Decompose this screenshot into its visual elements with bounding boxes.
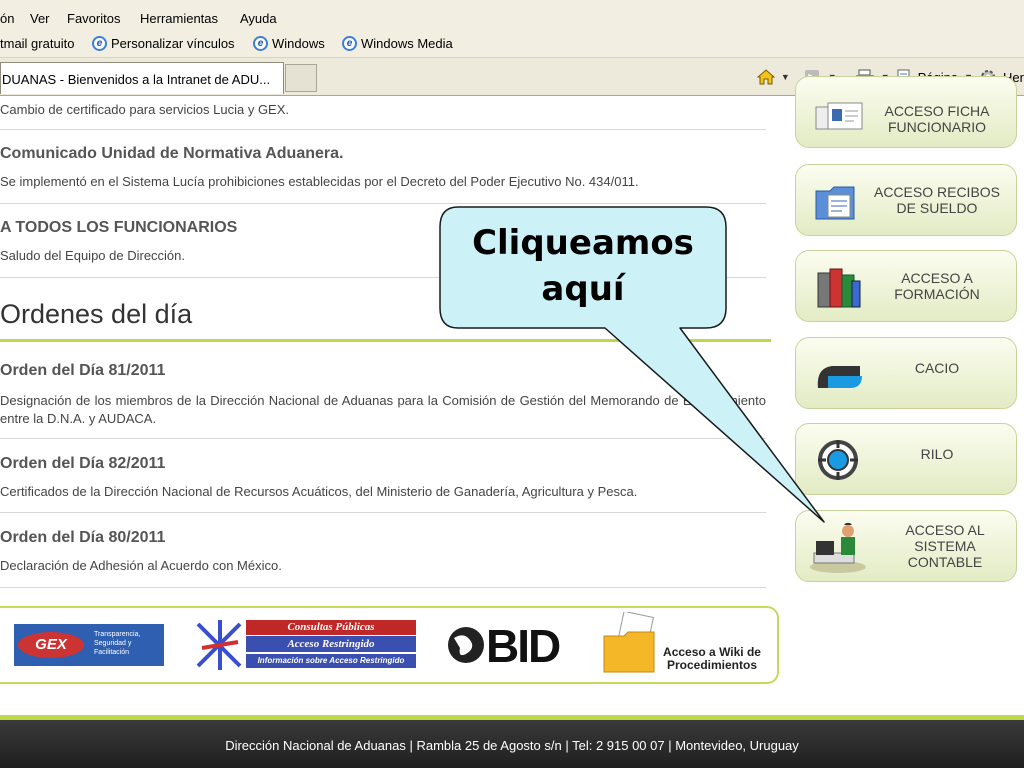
- cacio-logo-icon: [817, 366, 862, 388]
- orden-text: Certificados de la Dirección Nacional de…: [0, 484, 638, 499]
- bid-banner[interactable]: BID: [446, 620, 572, 672]
- link-label: Windows Media: [361, 36, 453, 51]
- books-icon: [817, 268, 861, 308]
- link-customize[interactable]: e Personalizar vínculos: [92, 36, 235, 51]
- tab-title: DUANAS - Bienvenidos a la Intranet de AD…: [2, 72, 271, 87]
- chevron-down-icon[interactable]: ▼: [781, 72, 790, 82]
- acceso-ficha-button[interactable]: ACCESO FICHA FUNCIONARIO: [795, 76, 1017, 148]
- link-label: tmail gratuito: [0, 36, 75, 51]
- news-text: Se implementó en el Sistema Lucía prohib…: [0, 174, 639, 189]
- ie-icon: e: [92, 36, 107, 51]
- orden-item: Orden del Día 82/2011 Certificados de la…: [0, 455, 766, 501]
- star-logo-icon: [196, 620, 242, 670]
- globe-icon: [448, 627, 484, 663]
- button-label: ACCESO A FORMACIÓN: [894, 270, 980, 302]
- menu-favorites[interactable]: Favoritos: [67, 11, 120, 26]
- button-label: ACCESO FICHA FUNCIONARIO: [884, 103, 990, 135]
- gex-banner[interactable]: GEX Transparencia, Seguridad y Facilitac…: [14, 624, 164, 666]
- acceso-sistema-contable-button[interactable]: ACCESO AL SISTEMA CONTABLE: [795, 510, 1017, 582]
- gex-caption: Transparencia, Seguridad y Facilitación: [94, 631, 141, 656]
- news-item: Comunicado Unidad de Normativa Aduanera.…: [0, 145, 766, 191]
- folder-icon: [603, 612, 655, 673]
- menu-bar: ón Ver Favoritos Herramientas Ayuda: [0, 0, 1024, 32]
- cacio-button[interactable]: CACIO: [795, 337, 1017, 409]
- orden-item: Orden del Día 80/2011 Declaración de Adh…: [0, 529, 766, 575]
- consultas-line3: Información sobre Acceso Restringido: [246, 654, 416, 668]
- wiki-caption: Acceso a Wiki de Procedimientos: [663, 645, 761, 672]
- orden-text: Declaración de Adhesión al Acuerdo con M…: [0, 558, 282, 573]
- ie-icon: e: [342, 36, 357, 51]
- new-tab-button[interactable]: [285, 64, 317, 92]
- id-card-icon: [815, 102, 863, 130]
- acceso-formacion-button[interactable]: ACCESO A FORMACIÓN: [795, 250, 1017, 322]
- divider: [0, 438, 766, 439]
- menu-file[interactable]: ón: [0, 11, 14, 26]
- footer-text: Dirección Nacional de Aduanas | Rambla 2…: [225, 738, 799, 753]
- links-bar: tmail gratuito e Personalizar vínculos eW…: [0, 32, 1024, 58]
- link-windows[interactable]: e Windows: [253, 36, 325, 51]
- orden-title[interactable]: Orden del Día 80/2011: [0, 529, 766, 547]
- divider: [0, 203, 766, 204]
- button-label: CACIO: [914, 360, 960, 376]
- link-label: Windows: [272, 36, 325, 51]
- section-title: Ordenes del día: [0, 299, 193, 329]
- ie-icon: e: [253, 36, 268, 51]
- wiki-banner[interactable]: Acceso a Wiki de Procedimientos: [602, 612, 768, 678]
- rilo-logo-icon: [818, 440, 858, 480]
- consultas-line2: Acceso Restringido: [246, 636, 416, 652]
- menu-help[interactable]: Ayuda: [240, 11, 277, 26]
- link-windows-media[interactable]: e Windows Media: [342, 36, 453, 51]
- consultas-banner[interactable]: Consultas Públicas Acceso Restringido In…: [194, 618, 416, 672]
- main-content: Cambio de certificado para servicios Luc…: [0, 96, 790, 716]
- orden-text: Designación de los miembros de la Direcc…: [0, 393, 766, 426]
- banner-strip: GEX Transparencia, Seguridad y Facilitac…: [0, 606, 779, 684]
- orden-title[interactable]: Orden del Día 81/2011: [0, 362, 766, 380]
- accountant-icon: [810, 523, 866, 573]
- button-label: ACCESO RECIBOS DE SUELDO: [873, 184, 1001, 216]
- orden-title[interactable]: Orden del Día 82/2011: [0, 455, 766, 473]
- button-label: RILO: [920, 446, 954, 462]
- gex-logo: GEX: [18, 632, 84, 658]
- acceso-recibos-button[interactable]: ACCESO RECIBOS DE SUELDO: [795, 164, 1017, 236]
- link-hotmail[interactable]: tmail gratuito: [0, 36, 74, 51]
- rilo-button[interactable]: RILO: [795, 423, 1017, 495]
- orden-item: Orden del Día 81/2011 Designación de los…: [0, 362, 766, 428]
- home-icon[interactable]: [756, 69, 775, 85]
- menu-tools[interactable]: Herramientas: [140, 11, 218, 26]
- divider: [0, 587, 766, 588]
- button-label: ACCESO AL SISTEMA CONTABLE: [905, 522, 985, 570]
- callout-text: Cliqueamos aquí: [472, 223, 694, 309]
- divider: [0, 129, 766, 130]
- folder-document-icon: [815, 186, 855, 220]
- menu-view[interactable]: Ver: [30, 11, 50, 26]
- footer: Dirección Nacional de Aduanas | Rambla 2…: [0, 720, 1024, 768]
- divider: [0, 339, 771, 342]
- news-text[interactable]: Cambio de certificado para servicios Luc…: [0, 101, 766, 119]
- link-label: Personalizar vínculos: [111, 36, 235, 51]
- news-item: Cambio de certificado para servicios Luc…: [0, 101, 766, 119]
- bid-logo: BID: [486, 620, 561, 672]
- news-title[interactable]: Comunicado Unidad de Normativa Aduanera.: [0, 145, 766, 163]
- divider: [0, 512, 766, 513]
- consultas-line1: Consultas Públicas: [246, 620, 416, 635]
- tab-intranet[interactable]: DUANAS - Bienvenidos a la Intranet de AD…: [0, 62, 284, 94]
